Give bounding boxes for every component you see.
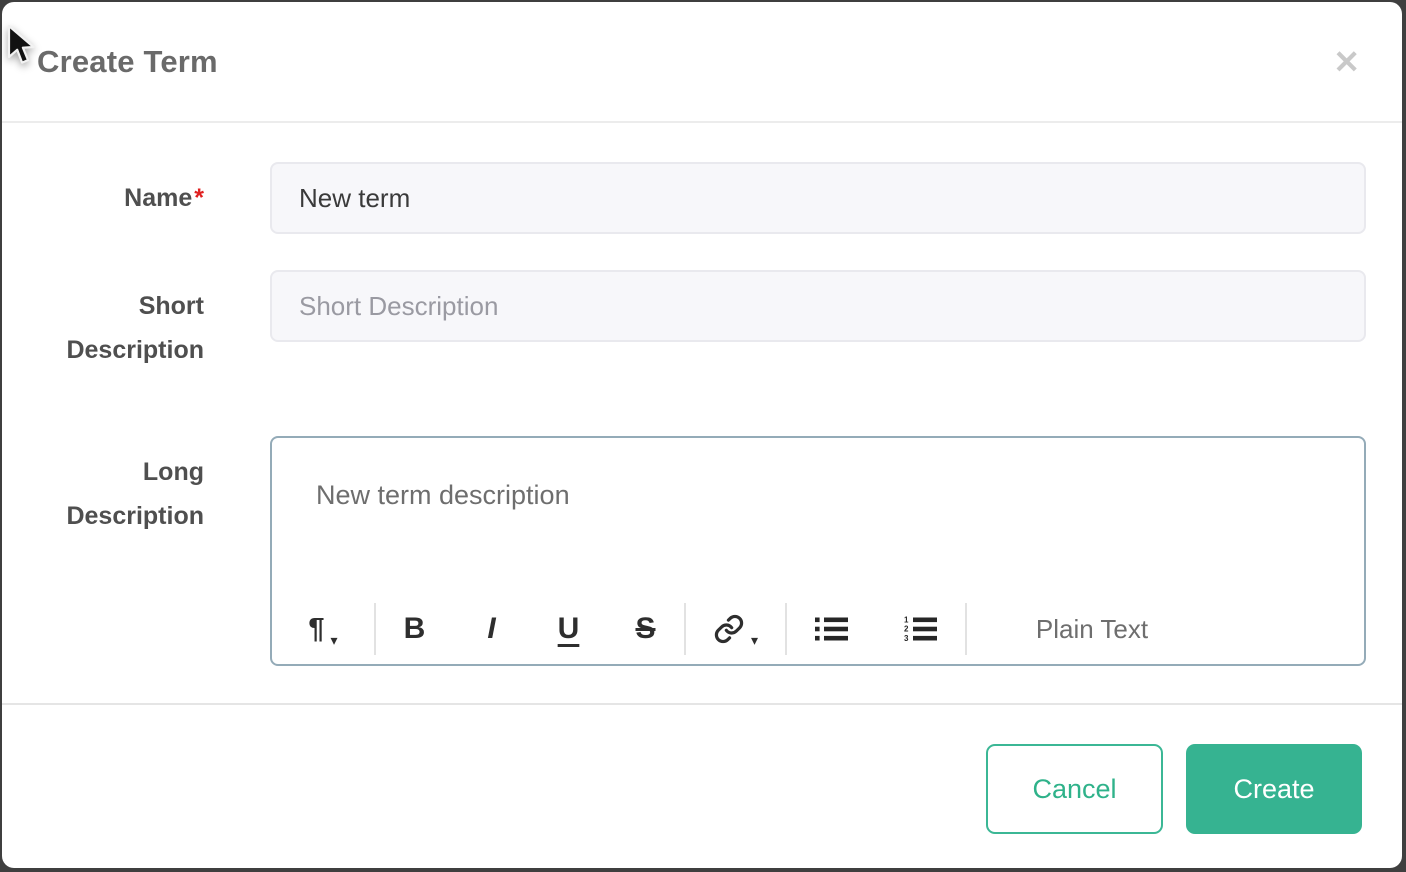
plain-text-mode-button[interactable]: Plain Text bbox=[967, 598, 1217, 660]
name-row: Name* bbox=[2, 162, 1366, 234]
italic-button[interactable]: I bbox=[453, 598, 530, 660]
cancel-button[interactable]: Cancel bbox=[986, 744, 1163, 834]
modal-header: Create Term ✕ bbox=[2, 2, 1402, 123]
editor-toolbar: ¶ ▾ B I U S bbox=[272, 598, 1364, 664]
ordered-list-icon: 1 2 3 bbox=[903, 615, 939, 643]
svg-text:1: 1 bbox=[904, 615, 909, 624]
chevron-down-icon: ▾ bbox=[751, 633, 758, 647]
create-button[interactable]: Create bbox=[1186, 744, 1362, 834]
bold-button[interactable]: B bbox=[376, 598, 453, 660]
paragraph-style-button[interactable]: ¶ ▾ bbox=[272, 598, 374, 660]
modal-title: Create Term bbox=[37, 44, 218, 80]
plain-text-mode-label: Plain Text bbox=[1036, 614, 1148, 645]
required-marker: * bbox=[194, 184, 204, 212]
chevron-down-icon: ▾ bbox=[331, 633, 338, 647]
link-button[interactable]: ▾ bbox=[686, 598, 785, 660]
bold-icon: B bbox=[404, 614, 426, 644]
short-description-field-wrap bbox=[270, 270, 1366, 342]
close-icon[interactable]: ✕ bbox=[1329, 42, 1364, 82]
rich-text-editor: New term description ¶ ▾ B I bbox=[270, 436, 1366, 666]
long-description-input[interactable]: New term description bbox=[272, 438, 1364, 598]
ordered-list-button[interactable]: 1 2 3 bbox=[876, 598, 965, 660]
long-description-field-wrap: New term description ¶ ▾ B I bbox=[270, 436, 1366, 666]
strikethrough-button[interactable]: S bbox=[607, 598, 684, 660]
short-description-label: Short Description bbox=[2, 270, 204, 372]
long-description-row: Long Description New term description ¶ … bbox=[2, 436, 1366, 666]
name-field-wrap bbox=[270, 162, 1366, 234]
bullet-list-button[interactable] bbox=[787, 598, 876, 660]
paragraph-icon: ¶ bbox=[308, 615, 324, 644]
short-description-input[interactable] bbox=[270, 270, 1366, 342]
name-label-text: Name bbox=[124, 184, 192, 212]
underline-icon: U bbox=[558, 614, 580, 644]
modal-body: Name* Short Description Long Description… bbox=[2, 123, 1402, 703]
bullet-list-icon bbox=[814, 615, 850, 643]
name-label: Name* bbox=[2, 162, 204, 220]
link-icon bbox=[713, 613, 745, 645]
svg-text:3: 3 bbox=[904, 634, 909, 643]
modal-footer: Cancel Create bbox=[2, 703, 1402, 868]
create-term-modal: Create Term ✕ Name* Short Description Lo… bbox=[2, 2, 1402, 868]
long-description-label: Long Description bbox=[2, 436, 204, 538]
italic-icon: I bbox=[487, 614, 495, 644]
short-description-row: Short Description bbox=[2, 270, 1366, 372]
svg-text:2: 2 bbox=[904, 625, 909, 634]
name-input[interactable] bbox=[270, 162, 1366, 234]
strikethrough-icon: S bbox=[635, 614, 655, 644]
underline-button[interactable]: U bbox=[530, 598, 607, 660]
